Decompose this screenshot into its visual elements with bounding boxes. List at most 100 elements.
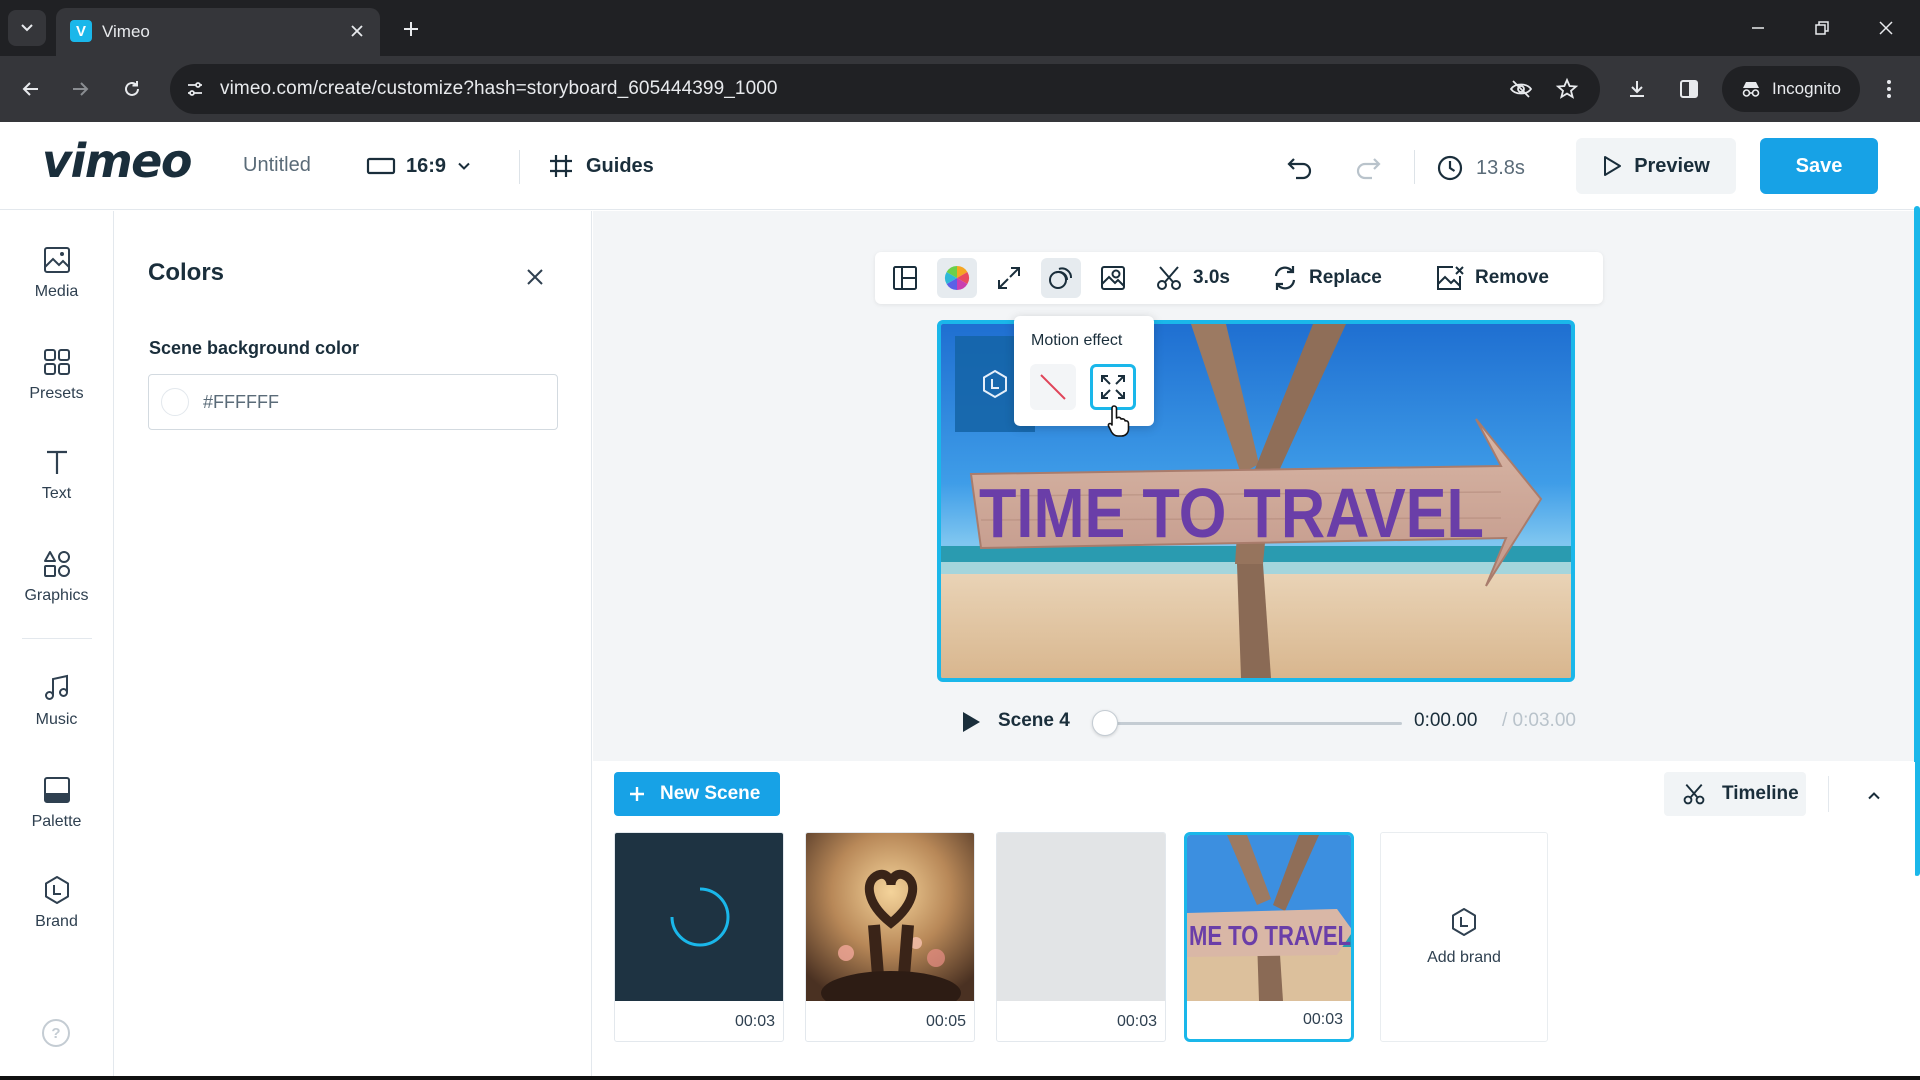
sidebar-item-music[interactable]: Music (0, 659, 113, 743)
header-divider (519, 150, 520, 184)
undo-icon (1287, 158, 1312, 180)
trim-duration-value: 3.0s (1193, 267, 1230, 288)
replace-button[interactable]: Replace (1271, 258, 1382, 298)
concert-hands-image (806, 833, 974, 1001)
address-bar[interactable]: vimeo.com/create/customize?hash=storyboa… (170, 64, 1600, 114)
scene-card-3[interactable]: 00:03 (996, 832, 1166, 1042)
add-brand-card[interactable]: Add brand (1380, 832, 1548, 1042)
scene-thumbnail: ME TO TRAVEL (1187, 835, 1351, 1001)
back-button[interactable] (14, 72, 48, 106)
loading-spinner-icon (670, 887, 730, 947)
minimize-button[interactable] (1740, 12, 1776, 44)
layout-button[interactable] (885, 258, 925, 298)
browser-tab-strip: V Vimeo (0, 0, 1920, 56)
sidebar-item-palette[interactable]: Palette (0, 761, 113, 845)
scrubber-handle[interactable] (1092, 710, 1118, 736)
motion-none-option[interactable] (1030, 364, 1076, 410)
grid-icon (43, 349, 70, 375)
save-button[interactable]: Save (1760, 138, 1878, 194)
preview-label: Preview (1634, 154, 1710, 177)
fit-fill-button[interactable] (989, 258, 1029, 298)
help-icon[interactable]: ? (42, 1019, 70, 1047)
project-title[interactable]: Untitled (243, 154, 311, 177)
new-scene-button[interactable]: New Scene (614, 772, 780, 816)
replace-refresh-icon (1274, 266, 1296, 290)
sidebar-item-label: Text (41, 485, 72, 502)
brand-hexagon-icon (983, 369, 1007, 399)
color-wheel-icon (944, 266, 970, 290)
scene-card-2[interactable]: 00:05 (805, 832, 975, 1042)
reload-button[interactable] (115, 72, 149, 106)
browser-menu-icon[interactable] (1872, 72, 1906, 106)
side-panel-icon[interactable] (1672, 72, 1706, 106)
media-toolbar: 3.0s Replace Remove (875, 252, 1603, 304)
brand-hexagon-icon (1452, 908, 1476, 936)
vimeo-logo[interactable]: vimeo (42, 134, 193, 188)
scene-bg-color-input[interactable]: #FFFFFF (148, 374, 558, 430)
guides-button[interactable]: Guides (548, 144, 654, 188)
sidebar-item-label: Presets (29, 385, 84, 402)
current-scene-label: Scene 4 (998, 710, 1070, 731)
sidebar-item-label: Brand (35, 913, 78, 930)
header-divider (1414, 150, 1415, 184)
sidebar-item-graphics[interactable]: Graphics (0, 535, 113, 619)
site-info-icon[interactable] (182, 76, 208, 102)
scene-card-4[interactable]: ME TO TRAVEL 00:03 (1184, 832, 1354, 1042)
bookmark-star-icon[interactable] (1554, 76, 1580, 102)
undo-button[interactable] (1280, 148, 1320, 188)
scene-duration: 00:03 (1302, 1011, 1343, 1028)
play-button[interactable] (958, 708, 984, 736)
chevron-down-icon (21, 24, 33, 32)
sign-text: ME TO TRAVEL (1189, 920, 1351, 951)
motion-effect-button[interactable] (1041, 258, 1081, 298)
close-icon (527, 269, 543, 285)
scrubber-track[interactable] (1104, 722, 1402, 725)
scene-card-1[interactable]: 00:03 (614, 832, 784, 1042)
guides-label: Guides (586, 154, 654, 177)
sidebar-item-label: Palette (31, 813, 82, 830)
image-focus-icon (1101, 266, 1125, 290)
chevron-up-icon (1868, 792, 1880, 800)
motion-effect-popover: Motion effect (1014, 316, 1154, 426)
forward-button[interactable] (63, 72, 97, 106)
close-icon (351, 25, 363, 37)
new-tab-button[interactable] (396, 14, 426, 44)
tab-close-button[interactable] (346, 20, 368, 42)
brand-hexagon-icon (44, 876, 69, 904)
zoom-expand-icon (1101, 375, 1125, 399)
sidebar-item-media[interactable]: Media (0, 231, 113, 315)
color-hex-value: #FFFFFF (203, 391, 279, 412)
travel-sign-image: ME TO TRAVEL (1187, 835, 1351, 1001)
window-close-button[interactable] (1868, 12, 1904, 44)
focal-point-button[interactable] (1093, 258, 1133, 298)
total-time: / 0:03.00 (1502, 710, 1576, 731)
redo-button[interactable] (1348, 148, 1388, 188)
vimeo-favicon-icon: V (70, 20, 92, 42)
panel-close-button[interactable] (520, 262, 550, 292)
add-brand-label: Add brand (1427, 949, 1501, 966)
taskbar-edge (0, 1076, 1920, 1080)
download-icon[interactable] (1620, 72, 1654, 106)
scene-duration: 00:03 (1116, 1013, 1157, 1030)
browser-toolbar: vimeo.com/create/customize?hash=storyboa… (0, 56, 1920, 122)
preview-button[interactable]: Preview (1576, 138, 1736, 194)
sidebar-item-brand[interactable]: Brand (0, 861, 113, 945)
eye-off-icon[interactable] (1508, 76, 1534, 102)
remove-button[interactable]: Remove (1435, 258, 1549, 298)
sidebar-item-label: Music (35, 711, 78, 728)
browser-tab[interactable]: V Vimeo (56, 8, 380, 56)
incognito-indicator[interactable]: Incognito (1722, 66, 1860, 112)
aspect-ratio-select[interactable]: 16:9 (362, 144, 484, 188)
trim-duration-button[interactable]: 3.0s (1155, 258, 1230, 298)
current-time: 0:00.00 (1414, 710, 1478, 731)
sidebar-item-text[interactable]: Text (0, 433, 113, 517)
color-filter-button[interactable] (937, 258, 977, 298)
color-swatch[interactable] (161, 388, 189, 416)
sidebar-item-presets[interactable]: Presets (0, 333, 113, 417)
sign-text: TIME TO TRAVEL (979, 474, 1484, 552)
restore-button[interactable] (1804, 12, 1840, 44)
tune-icon (188, 82, 202, 96)
tab-search-button[interactable] (8, 10, 46, 46)
collapse-storyboard-button[interactable] (1860, 782, 1888, 810)
timeline-button[interactable]: Timeline (1664, 772, 1806, 816)
